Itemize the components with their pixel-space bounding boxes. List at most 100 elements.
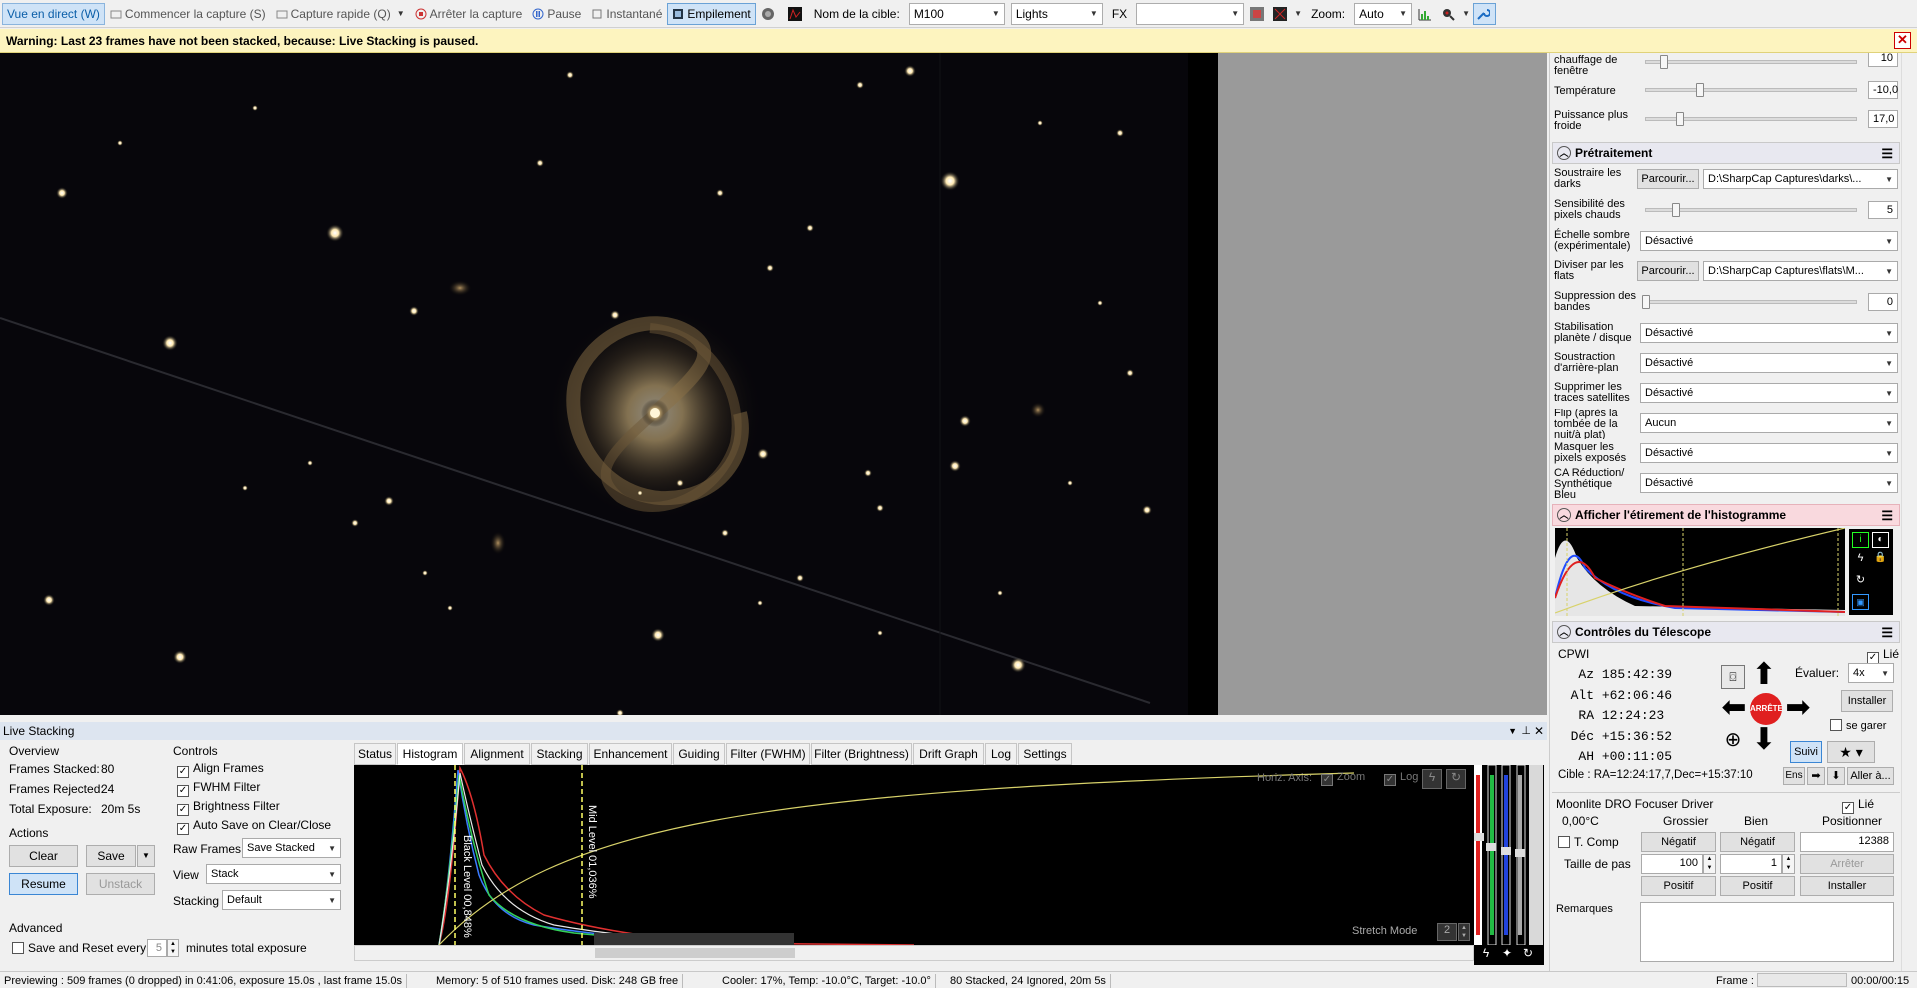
spiral-search-icon[interactable]: ⌼ <box>1721 665 1745 689</box>
autosave-checkbox[interactable]: ✓ Auto Save on Clear/Close <box>177 818 331 835</box>
stacking-button[interactable]: Empilement <box>667 2 756 25</box>
save-dropdown-icon[interactable]: ▼ <box>137 845 155 867</box>
tab-filter-brightness[interactable]: Filter (Brightness) <box>811 743 912 765</box>
fine-step-input[interactable]: 1 <box>1720 854 1782 874</box>
save-reset-spinner[interactable]: ▲ ▼ <box>167 939 179 957</box>
record-button[interactable] <box>756 3 783 25</box>
window-heating-thumb[interactable] <box>1660 55 1668 69</box>
window-heating-slider[interactable] <box>1645 60 1857 64</box>
park-checkbox[interactable]: se garer <box>1830 719 1886 732</box>
unstack-button[interactable]: Unstack <box>86 873 155 895</box>
fine-negative-button[interactable]: Négatif <box>1720 832 1795 852</box>
target-name-input[interactable]: M100 ▼ <box>908 2 1005 25</box>
overlay-dropdown-icon[interactable]: ▼ <box>1294 9 1302 18</box>
tab-enhancement[interactable]: Enhancement <box>589 743 672 765</box>
view-select[interactable]: Stack ▼ <box>206 864 341 884</box>
magnifier-button[interactable]: ▼ <box>1438 3 1473 25</box>
hamburger-menu-icon[interactable]: ☰ <box>1881 146 1893 162</box>
histogram-scrollbar[interactable] <box>354 945 1474 961</box>
crosshair-icon[interactable]: ⊕ <box>1721 729 1745 753</box>
arrow-right-small-icon[interactable]: ➡ <box>1807 767 1825 785</box>
stop-capture-button[interactable]: Arrêter la capture <box>410 3 528 25</box>
zoom-axis-checkbox[interactable]: ✓ Zoom <box>1321 771 1365 786</box>
reset-icon[interactable]: ↻ <box>1852 573 1869 589</box>
fwhm-filter-checkbox[interactable]: ✓ FWHM Filter <box>177 780 260 797</box>
collapse-icon[interactable]: ︿ <box>1557 508 1571 522</box>
stacking-mode-select[interactable]: Default ▼ <box>222 890 341 910</box>
log-axis-checkbox[interactable]: ✓ Log <box>1384 771 1418 786</box>
coarse-positive-button[interactable]: Positif <box>1641 876 1716 896</box>
collapse-icon[interactable]: ︿ <box>1557 146 1571 160</box>
histogram-scroll-thumb[interactable] <box>595 948 795 958</box>
zoom-select[interactable]: Auto ▼ <box>1354 2 1413 25</box>
channel-level-sliders[interactable] <box>1474 764 1544 946</box>
align-frames-checkbox[interactable]: ✓ Align Frames <box>177 761 264 778</box>
reset-icon[interactable]: ↻ <box>1519 946 1537 964</box>
focuser-install-button[interactable]: Installer <box>1800 876 1894 896</box>
stacked-image[interactable] <box>0 53 1218 731</box>
flip-select[interactable]: Aucun ▼ <box>1640 413 1898 433</box>
lightning-icon[interactable]: ϟ <box>1852 552 1869 568</box>
temperature-thumb[interactable] <box>1696 83 1704 97</box>
save-button[interactable]: Save <box>86 845 136 867</box>
tracking-button[interactable]: Suivi <box>1790 741 1822 763</box>
snapshot-button[interactable]: Instantané <box>586 3 667 25</box>
reset-stretch-icon[interactable]: ↻ <box>1446 769 1466 789</box>
favorites-button[interactable]: ★ ▾ <box>1827 741 1875 763</box>
temp-comp-checkbox[interactable]: T. Comp <box>1558 835 1619 849</box>
tab-log[interactable]: Log <box>985 743 1017 765</box>
graph-button[interactable] <box>1415 3 1438 25</box>
save-icon[interactable]: ▣ <box>1852 594 1869 610</box>
window-heating-value[interactable]: 10 <box>1868 53 1898 67</box>
resume-button[interactable]: Resume <box>9 873 78 895</box>
tab-guiding[interactable]: Guiding <box>673 743 725 765</box>
tab-stacking[interactable]: Stacking <box>531 743 588 765</box>
focuser-stop-button[interactable]: Arrêter <box>1800 854 1894 874</box>
quick-capture-button[interactable]: Capture rapide (Q) ▼ <box>271 3 410 25</box>
pin-icon[interactable]: ⊥ <box>1521 722 1531 740</box>
warning-close-button[interactable]: ✕ <box>1894 32 1911 49</box>
fine-positive-button[interactable]: Positif <box>1720 876 1795 896</box>
arrow-up-icon[interactable]: ⬆ <box>1748 660 1780 691</box>
histogram-toggle-button[interactable] <box>783 3 810 25</box>
flats-path-select[interactable]: D:\SharpCap Captures\flats\M... ▼ <box>1703 261 1898 281</box>
cooler-power-value[interactable]: 17,0 <box>1868 110 1898 128</box>
hamburger-menu-icon[interactable]: ☰ <box>1881 508 1893 524</box>
panel-dropdown-icon[interactable]: ▼ <box>1508 722 1517 740</box>
clear-button[interactable]: Clear <box>9 845 78 867</box>
live-view-button[interactable]: Vue en direct (W) <box>2 2 105 25</box>
coarse-step-input[interactable]: 100 <box>1641 854 1703 874</box>
preprocessing-header[interactable]: ︿ Prétraitement ☰ <box>1552 142 1900 164</box>
coarse-step-spinner[interactable]: ▲ ▼ <box>1703 854 1716 874</box>
info-icon[interactable]: i <box>1852 532 1869 548</box>
coarse-negative-button[interactable]: Négatif <box>1641 832 1716 852</box>
hamburger-menu-icon[interactable]: ☰ <box>1881 625 1893 641</box>
ca-reduction-select[interactable]: Désactivé ▼ <box>1640 473 1898 493</box>
frame-type-select[interactable]: Lights ▼ <box>1010 2 1103 25</box>
darks-path-select[interactable]: D:\SharpCap Captures\darks\... ▼ <box>1703 169 1898 189</box>
stabilization-select[interactable]: Désactivé ▼ <box>1640 323 1898 343</box>
hot-pixel-thumb[interactable] <box>1672 203 1680 217</box>
save-reset-minutes-input[interactable]: 5 <box>147 939 167 957</box>
right-panel-scrollbar[interactable] <box>1901 53 1917 971</box>
banding-value[interactable]: 0 <box>1868 293 1898 311</box>
tab-status[interactable]: Status <box>354 743 396 765</box>
contrast-icon[interactable]: ◐ <box>1872 532 1889 548</box>
tab-filter-fwhm[interactable]: Filter (FWHM) <box>726 743 810 765</box>
sparkle-icon[interactable]: ✦ <box>1498 946 1516 964</box>
tools-button[interactable] <box>1473 2 1497 25</box>
stretch-mode-spinner[interactable]: ▲ ▼ <box>1458 923 1470 941</box>
lock-icon[interactable]: 🔒 <box>1872 552 1889 568</box>
set-target-button[interactable]: Ens <box>1783 767 1805 785</box>
overexposed-select[interactable]: Désactivé ▼ <box>1640 443 1898 463</box>
tab-alignment[interactable]: Alignment <box>464 743 530 765</box>
histogram-stretch-header[interactable]: ︿ Afficher l'étirement de l'histogramme … <box>1552 504 1900 526</box>
goto-button[interactable]: Aller à... <box>1847 767 1894 785</box>
fx-select[interactable]: ▼ <box>1136 2 1245 25</box>
magnifier-dropdown-icon[interactable]: ▼ <box>1462 9 1470 18</box>
temperature-value[interactable]: -10,0 <box>1868 81 1898 99</box>
banding-slider[interactable] <box>1645 300 1857 304</box>
telescope-install-button[interactable]: Installer <box>1841 690 1893 712</box>
notes-textarea[interactable] <box>1640 902 1894 962</box>
browse-darks-button[interactable]: Parcourir... <box>1637 169 1699 189</box>
